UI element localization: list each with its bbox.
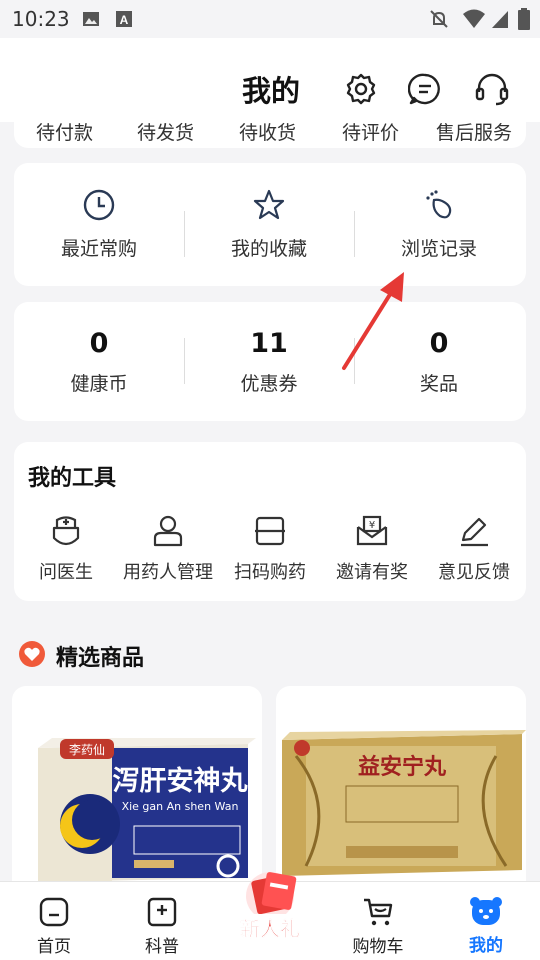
orders-row: 待付款 待发货 待收货 待评价 售后服务 — [14, 122, 526, 148]
invite-reward-label: 邀请有奖 — [336, 562, 408, 583]
customer-service-button[interactable] — [474, 72, 509, 106]
health-coins-value: 0 — [89, 327, 109, 359]
product-name: 泻肝安神丸 — [113, 766, 248, 797]
recent-purchases-label: 最近常购 — [60, 238, 137, 260]
nav-gift-label: 新人礼 — [240, 917, 300, 941]
quick-links-card: 最近常购 我的收藏 浏览记录 — [14, 163, 526, 286]
order-pending-receipt[interactable]: 待收货 — [239, 122, 296, 145]
nav-cart[interactable]: 购物车 — [338, 882, 418, 960]
envelope-yuan-icon: ¥ — [356, 515, 388, 546]
cart-icon — [364, 898, 393, 926]
scan-icon — [255, 516, 285, 546]
status-bar: 10:23 A — [0, 0, 540, 38]
product-image: 李药仙 泻肝安神丸 Xie gan An shen Wan — [38, 738, 256, 882]
medication-user-label: 用药人管理 — [123, 562, 213, 583]
nav-home[interactable]: 首页 — [14, 882, 94, 960]
coupons-label: 优惠券 — [240, 372, 298, 395]
scan-buy-label: 扫码购药 — [234, 562, 306, 583]
featured-title: 精选商品 — [56, 646, 145, 671]
a-notification-icon: A — [116, 11, 132, 27]
image-notification-icon — [83, 12, 99, 26]
status-time: 10:23 — [12, 7, 70, 31]
nav-home-label: 首页 — [37, 937, 71, 957]
favorites-label: 我的收藏 — [230, 238, 307, 260]
order-after-sales[interactable]: 售后服务 — [436, 122, 512, 145]
health-coins-button[interactable]: 0 健康币 — [14, 302, 184, 421]
pencil-icon — [461, 517, 488, 547]
coupons-value: 11 — [250, 327, 288, 359]
nav-mine-label: 我的 — [469, 936, 503, 956]
nav-mine[interactable]: 我的 — [446, 882, 526, 960]
product-name: 益安宁丸 — [358, 754, 447, 780]
wifi-icon — [463, 9, 485, 28]
product-brand: 李药仙 — [69, 742, 105, 757]
tools-card: 我的工具 问医生 用药人管理 扫码购药 ¥ 邀请有奖 意见反馈 — [14, 442, 526, 601]
footprint-icon — [426, 190, 452, 219]
product-card[interactable]: 益安宁丸 — [276, 686, 526, 906]
gift-icon: 新人礼 — [234, 872, 306, 942]
page-header: 我的 — [0, 38, 540, 122]
annotation-arrow — [342, 272, 404, 370]
nav-cart-label: 购物车 — [352, 937, 404, 957]
home-icon — [39, 897, 69, 927]
bear-face-icon — [470, 897, 502, 925]
favorites-button[interactable]: 我的收藏 — [184, 163, 354, 286]
person-icon — [153, 515, 183, 547]
doctor-icon — [52, 516, 80, 546]
page-title: 我的 — [242, 74, 301, 108]
nav-science-label: 科普 — [145, 937, 179, 957]
nav-new-user-gift[interactable]: 新人礼 — [224, 872, 316, 960]
health-coins-label: 健康币 — [70, 372, 128, 395]
tools-title: 我的工具 — [28, 466, 117, 491]
recent-purchases-button[interactable]: 最近常购 — [14, 163, 184, 286]
signal-icon — [492, 11, 508, 28]
scan-buy-button[interactable]: 扫码购药 — [219, 514, 321, 584]
clock-icon — [83, 189, 115, 221]
product-pinyin: Xie gan An shen Wan — [122, 800, 239, 813]
product-card[interactable]: 李药仙 泻肝安神丸 Xie gan An shen Wan — [12, 686, 262, 906]
messages-button[interactable] — [407, 72, 442, 106]
browsing-history-label: 浏览记录 — [400, 238, 477, 260]
ask-doctor-button[interactable]: 问医生 — [15, 514, 117, 584]
invite-reward-button[interactable]: ¥ 邀请有奖 — [321, 514, 423, 584]
order-pending-shipment[interactable]: 待发货 — [137, 122, 194, 145]
nav-science[interactable]: 科普 — [122, 882, 202, 960]
feedback-label: 意见反馈 — [438, 562, 510, 583]
prizes-value: 0 — [429, 327, 449, 359]
settings-button[interactable] — [344, 72, 378, 106]
heart-icon — [19, 641, 45, 667]
plus-box-icon — [147, 897, 177, 927]
star-icon — [253, 189, 285, 220]
medication-user-button[interactable]: 用药人管理 — [117, 514, 219, 584]
stats-card: 0 健康币 11 优惠券 0 奖品 — [14, 302, 526, 421]
headset-icon — [475, 73, 509, 106]
bottom-navigation: 首页 科普 新人礼 购物车 我的 — [0, 872, 540, 960]
svg-text:¥: ¥ — [369, 520, 375, 531]
order-pending-payment[interactable]: 待付款 — [36, 122, 93, 145]
message-icon — [407, 73, 440, 105]
svg-text:A: A — [120, 13, 129, 27]
gear-icon — [346, 73, 376, 105]
prizes-label: 奖品 — [419, 372, 458, 395]
feedback-button[interactable]: 意见反馈 — [423, 514, 525, 584]
battery-icon — [518, 8, 530, 30]
ask-doctor-label: 问医生 — [39, 562, 93, 583]
order-pending-review[interactable]: 待评价 — [342, 122, 399, 145]
mute-icon — [430, 10, 448, 28]
product-image: 益安宁丸 — [282, 730, 526, 876]
coupons-button[interactable]: 11 优惠券 — [184, 302, 354, 421]
